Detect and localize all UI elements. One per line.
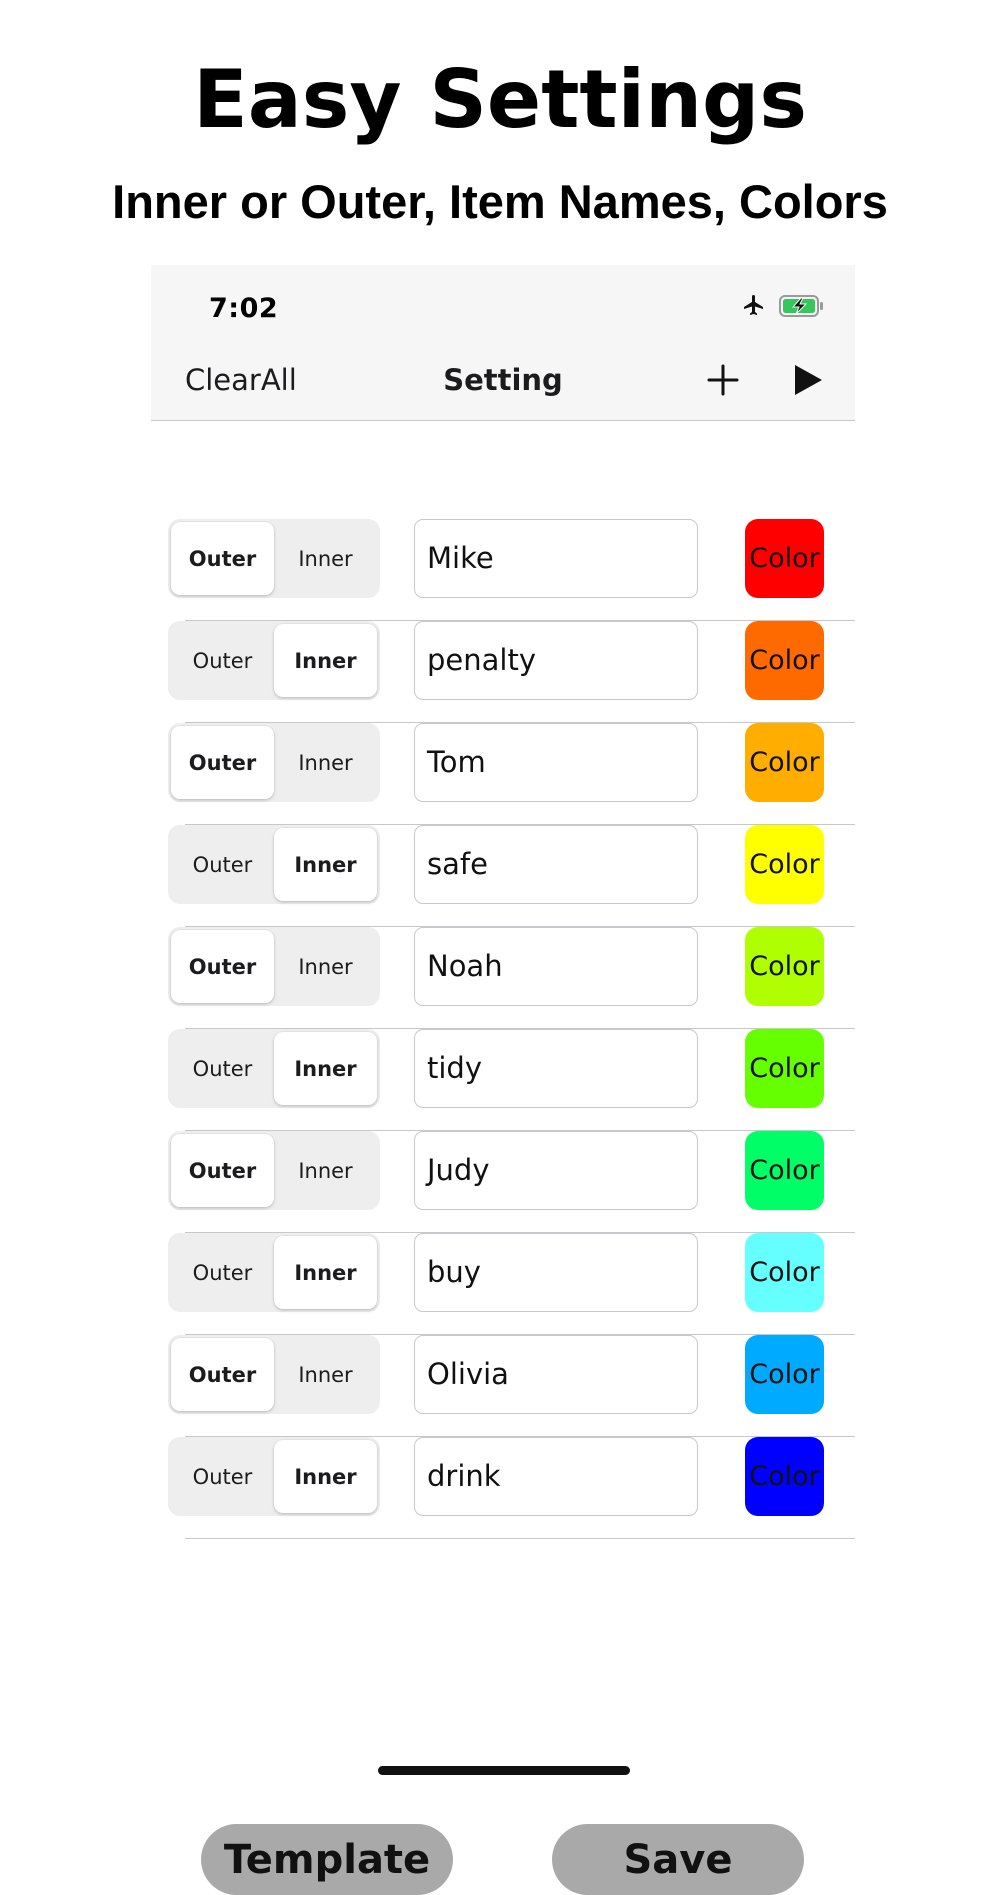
template-button[interactable]: Template [201,1824,453,1895]
battery-charging-icon [779,295,825,321]
segment-inner[interactable]: Inner [274,624,377,697]
plus-icon[interactable] [703,360,743,400]
hero-subtitle: Inner or Outer, Item Names, Colors [112,175,888,228]
segment-inner[interactable]: Inner [274,930,377,1003]
segment-outer[interactable]: Outer [171,1032,274,1105]
list-item: Outer Inner Olivia Color [151,1335,855,1437]
color-button[interactable]: Color [745,1131,824,1210]
navigation-bar: Setting ClearAll [151,340,855,421]
segment-outer[interactable]: Outer [171,726,274,799]
list-item: Outer Inner buy Color [151,1233,855,1335]
hero-title: Easy Settings [193,53,807,146]
item-name-field[interactable]: Noah [414,927,698,1006]
save-button[interactable]: Save [552,1824,804,1895]
segment-outer[interactable]: Outer [171,828,274,901]
segment-inner[interactable]: Inner [274,522,377,595]
color-button[interactable]: Color [745,1437,824,1516]
list-item: Outer Inner Mike Color [151,519,855,621]
segment-outer[interactable]: Outer [171,930,274,1003]
item-name-field[interactable]: safe [414,825,698,904]
outer-inner-segmented-control[interactable]: Outer Inner [168,1131,380,1210]
segment-inner[interactable]: Inner [274,1032,377,1105]
item-name-field[interactable]: Mike [414,519,698,598]
color-button[interactable]: Color [745,723,824,802]
outer-inner-segmented-control[interactable]: Outer Inner [168,621,380,700]
item-name-field[interactable]: buy [414,1233,698,1312]
status-bar: 7:02 [151,265,855,340]
outer-inner-segmented-control[interactable]: Outer Inner [168,723,380,802]
list-item: Outer Inner Tom Color [151,723,855,825]
color-button[interactable]: Color [745,825,824,904]
color-button[interactable]: Color [745,519,824,598]
clear-all-button[interactable]: ClearAll [185,340,297,420]
outer-inner-segmented-control[interactable]: Outer Inner [168,927,380,1006]
item-name-field[interactable]: tidy [414,1029,698,1108]
outer-inner-segmented-control[interactable]: Outer Inner [168,825,380,904]
list-item: Outer Inner Judy Color [151,1131,855,1233]
item-name-field[interactable]: Olivia [414,1335,698,1414]
outer-inner-segmented-control[interactable]: Outer Inner [168,1233,380,1312]
list-item: Outer Inner drink Color [151,1437,855,1539]
outer-inner-segmented-control[interactable]: Outer Inner [168,1029,380,1108]
list-item: Outer Inner Noah Color [151,927,855,1029]
color-button[interactable]: Color [745,1029,824,1108]
home-indicator [378,1766,630,1775]
airplane-icon [741,293,767,321]
item-name-field[interactable]: Tom [414,723,698,802]
color-button[interactable]: Color [745,1233,824,1312]
list-item: Outer Inner penalty Color [151,621,855,723]
status-time: 7:02 [209,293,279,324]
segment-outer[interactable]: Outer [171,522,274,595]
outer-inner-segmented-control[interactable]: Outer Inner [168,519,380,598]
outer-inner-segmented-control[interactable]: Outer Inner [168,1437,380,1516]
item-name-field[interactable]: penalty [414,621,698,700]
segment-outer[interactable]: Outer [171,1440,274,1513]
play-icon[interactable] [787,360,827,400]
segment-outer[interactable]: Outer [171,624,274,697]
segment-outer[interactable]: Outer [171,1236,274,1309]
segment-inner[interactable]: Inner [274,828,377,901]
segment-outer[interactable]: Outer [171,1338,274,1411]
list-item: Outer Inner safe Color [151,825,855,927]
segment-outer[interactable]: Outer [171,1134,274,1207]
segment-inner[interactable]: Inner [274,1338,377,1411]
item-list: Outer Inner Mike Color Outer Inner penalty Colo… [151,519,855,1539]
item-name-field[interactable]: drink [414,1437,698,1516]
color-button[interactable]: Color [745,621,824,700]
app-screen: 7:02 Setting ClearAll Outer Inner Mike C… [151,265,855,1895]
segment-inner[interactable]: Inner [274,1440,377,1513]
outer-inner-segmented-control[interactable]: Outer Inner [168,1335,380,1414]
list-item: Outer Inner tidy Color [151,1029,855,1131]
segment-inner[interactable]: Inner [274,1134,377,1207]
segment-inner[interactable]: Inner [274,1236,377,1309]
item-name-field[interactable]: Judy [414,1131,698,1210]
color-button[interactable]: Color [745,927,824,1006]
color-button[interactable]: Color [745,1335,824,1414]
segment-inner[interactable]: Inner [274,726,377,799]
